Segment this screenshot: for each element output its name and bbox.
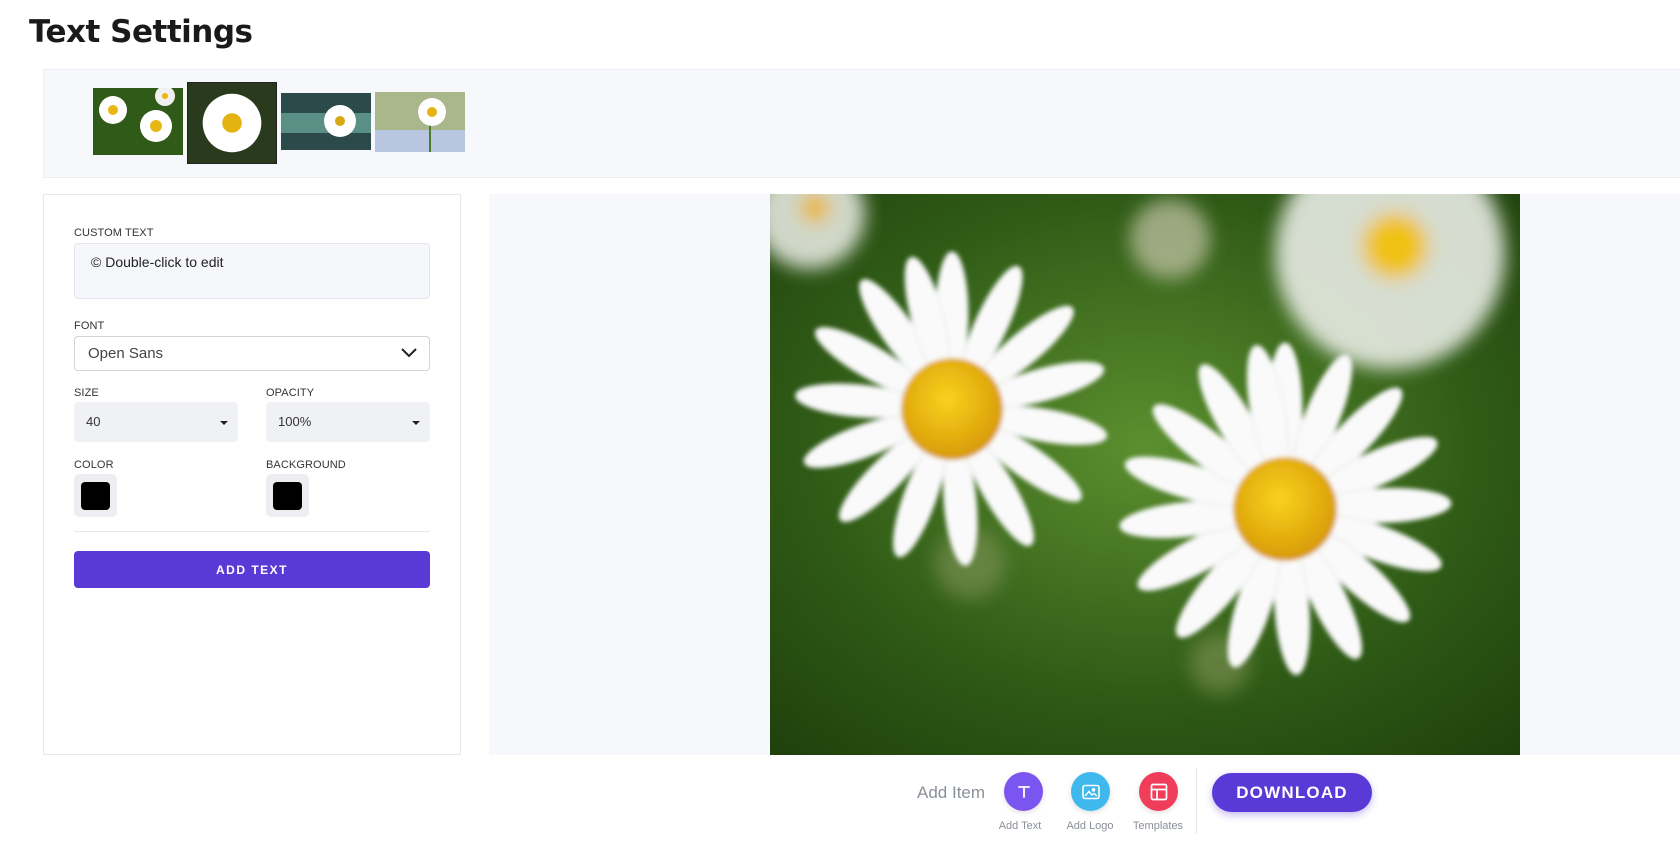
caret-down-icon — [220, 421, 228, 425]
thumbnail-4[interactable] — [375, 92, 465, 152]
custom-text-label: CUSTOM TEXT — [74, 227, 154, 239]
opacity-label: OPACITY — [266, 387, 315, 399]
text-settings-panel: CUSTOM TEXT © Double-click to edit FONT … — [43, 194, 461, 755]
add-text-caption: Add Text — [998, 820, 1042, 832]
chevron-down-icon — [401, 348, 417, 358]
size-select[interactable]: 40 — [74, 402, 238, 442]
thumbnail-1[interactable] — [93, 88, 183, 155]
image-icon — [1081, 784, 1100, 799]
font-select-value: Open Sans — [88, 345, 164, 362]
color-picker[interactable] — [74, 474, 117, 517]
add-item-label: Add Item — [917, 783, 986, 802]
templates-tool-button[interactable] — [1139, 772, 1178, 811]
templates-caption: Templates — [1132, 820, 1184, 832]
color-swatch — [81, 482, 110, 510]
add-logo-caption: Add Logo — [1066, 820, 1114, 832]
add-text-tool-button[interactable] — [1004, 772, 1043, 811]
opacity-select[interactable]: 100% — [266, 402, 430, 442]
custom-text-input[interactable]: © Double-click to edit — [74, 243, 430, 299]
thumbnail-strip — [43, 69, 1680, 178]
color-label: COLOR — [74, 459, 114, 471]
add-logo-tool-button[interactable] — [1071, 772, 1110, 811]
download-button[interactable]: DOWNLOAD — [1212, 773, 1372, 812]
caret-down-icon — [412, 421, 420, 425]
thumbnail-3[interactable] — [281, 93, 371, 150]
background-label: BACKGROUND — [266, 459, 346, 471]
page-title: Text Settings — [29, 14, 253, 50]
size-label: SIZE — [74, 387, 99, 399]
font-label: FONT — [74, 320, 105, 332]
panel-divider — [74, 531, 430, 532]
size-select-value: 40 — [86, 414, 101, 429]
thumbnail-2[interactable] — [187, 82, 277, 164]
text-t-icon — [1017, 785, 1030, 798]
layout-icon — [1150, 783, 1167, 800]
toolbar-divider — [1196, 768, 1197, 834]
font-select[interactable]: Open Sans — [74, 336, 430, 371]
add-text-button[interactable]: ADD TEXT — [74, 551, 430, 588]
daisy-photo — [770, 194, 1520, 755]
main-image-canvas[interactable] — [770, 194, 1520, 755]
background-swatch — [273, 482, 302, 510]
background-picker[interactable] — [266, 474, 309, 517]
opacity-select-value: 100% — [278, 414, 312, 429]
